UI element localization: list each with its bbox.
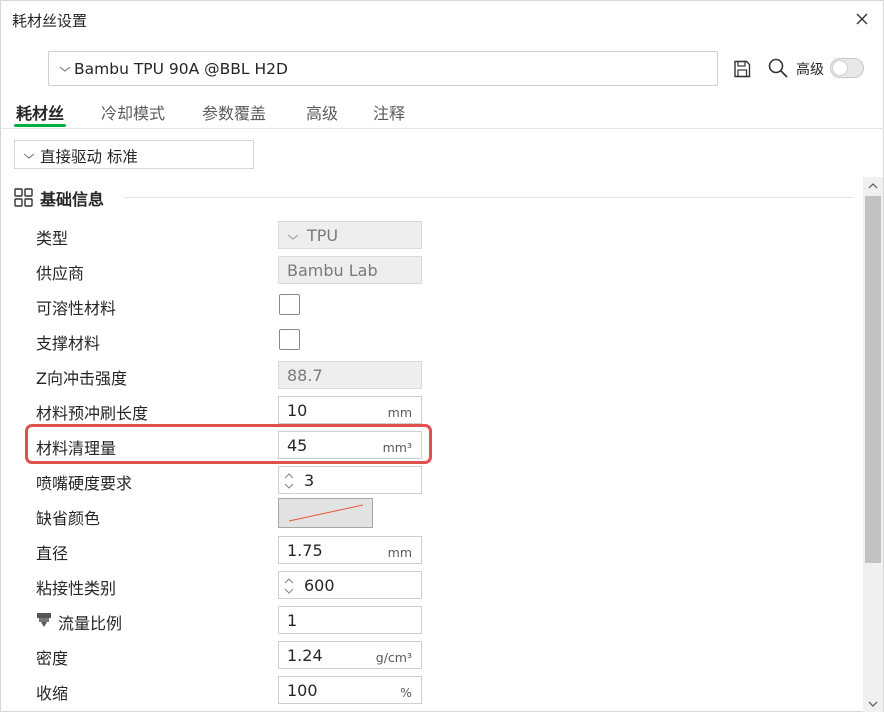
nozzle-flow-icon bbox=[37, 613, 51, 627]
nozzle-hrc-value: 3 bbox=[304, 471, 315, 490]
chevron-down-icon bbox=[23, 153, 35, 159]
row-nozzle-hrc: 喷嘴硬度要求 3 bbox=[1, 462, 861, 497]
no-color-slash bbox=[288, 504, 364, 522]
adhesion-value: 600 bbox=[304, 576, 335, 595]
chevron-down-icon bbox=[287, 234, 299, 240]
nozzle-hrc-label: 喷嘴硬度要求 bbox=[36, 474, 133, 493]
row-impact: Z向冲击强度 88.7 bbox=[1, 357, 861, 392]
tab-cooling[interactable]: 冷却模式 bbox=[101, 100, 165, 128]
soluble-checkbox[interactable] bbox=[279, 294, 300, 315]
impact-field: 88.7 bbox=[278, 361, 422, 389]
soluble-label: 可溶性材料 bbox=[36, 299, 117, 318]
section-title: 基础信息 bbox=[40, 190, 105, 209]
extruder-value: 直接驱动 标准 bbox=[40, 148, 138, 166]
toggle-knob bbox=[832, 60, 848, 76]
shrinkage-unit: % bbox=[400, 685, 412, 700]
flow-ratio-label: 流量比例 bbox=[58, 614, 123, 633]
flow-ratio-input[interactable]: 1 bbox=[278, 606, 422, 634]
density-value: 1.24 bbox=[287, 646, 323, 665]
scroll-down-icon[interactable] bbox=[868, 700, 878, 708]
row-density: 密度 1.24 g/cm³ bbox=[1, 637, 861, 672]
advanced-label: 高级 bbox=[796, 62, 824, 78]
type-select[interactable]: TPU bbox=[278, 221, 422, 249]
row-vendor: 供应商 Bambu Lab bbox=[1, 252, 861, 287]
prime-length-input[interactable]: 10 mm bbox=[278, 396, 422, 424]
highlight-box bbox=[25, 424, 432, 464]
preset-dropdown[interactable]: Bambu TPU 90A @BBL H2D bbox=[48, 51, 718, 86]
tab-overrides[interactable]: 参数覆盖 bbox=[202, 100, 266, 128]
row-soluble: 可溶性材料 bbox=[1, 287, 861, 322]
row-prime-length: 材料预冲刷长度 10 mm bbox=[1, 392, 861, 427]
row-support: 支撑材料 bbox=[1, 322, 861, 357]
flow-ratio-value: 1 bbox=[287, 611, 298, 630]
filament-settings-window: 耗材丝设置 Bambu TPU 90A @BBL H2D 高级 耗材丝 冷却模式… bbox=[0, 0, 884, 712]
spin-icon[interactable] bbox=[283, 575, 295, 597]
default-color-label: 缺省颜色 bbox=[36, 509, 101, 528]
vendor-label: 供应商 bbox=[36, 264, 85, 283]
prime-length-label: 材料预冲刷长度 bbox=[36, 404, 149, 423]
impact-label: Z向冲击强度 bbox=[36, 369, 127, 388]
adhesion-stepper[interactable]: 600 bbox=[278, 571, 422, 599]
spin-icon[interactable] bbox=[283, 470, 295, 492]
vendor-field: Bambu Lab bbox=[278, 256, 422, 284]
grid-icon bbox=[14, 188, 33, 207]
shrinkage-label: 收缩 bbox=[36, 684, 69, 703]
section-divider bbox=[124, 197, 854, 198]
impact-value: 88.7 bbox=[287, 366, 323, 385]
section-header-basic-info: 基础信息 bbox=[14, 185, 854, 209]
preset-value: Bambu TPU 90A @BBL H2D bbox=[74, 60, 288, 78]
nozzle-hrc-stepper[interactable]: 3 bbox=[278, 466, 422, 494]
extruder-dropdown[interactable]: 直接驱动 标准 bbox=[14, 140, 254, 169]
preset-toolbar: Bambu TPU 90A @BBL H2D 高级 bbox=[1, 45, 884, 91]
search-icon[interactable] bbox=[767, 57, 789, 79]
row-shrinkage: 收缩 100 % bbox=[1, 672, 861, 707]
diameter-unit: mm bbox=[387, 545, 412, 560]
diameter-input[interactable]: 1.75 mm bbox=[278, 536, 422, 564]
density-unit: g/cm³ bbox=[375, 650, 412, 665]
color-swatch[interactable] bbox=[278, 498, 373, 528]
row-flow-ratio: 流量比例 1 bbox=[1, 602, 861, 637]
row-default-color: 缺省颜色 bbox=[1, 497, 861, 532]
adhesion-label: 粘接性类别 bbox=[36, 579, 117, 598]
scroll-up-icon[interactable] bbox=[868, 182, 878, 190]
density-label: 密度 bbox=[36, 649, 69, 668]
shrinkage-value: 100 bbox=[287, 681, 318, 700]
scrollbar-thumb[interactable] bbox=[865, 196, 881, 563]
row-type: 类型 TPU bbox=[1, 217, 861, 252]
type-value: TPU bbox=[307, 226, 339, 245]
support-checkbox[interactable] bbox=[279, 329, 300, 350]
diameter-label: 直径 bbox=[36, 544, 69, 563]
tab-filament[interactable]: 耗材丝 bbox=[13, 100, 67, 128]
close-icon[interactable] bbox=[852, 9, 872, 29]
vertical-scrollbar[interactable] bbox=[863, 177, 883, 712]
save-icon[interactable] bbox=[732, 59, 752, 79]
window-title: 耗材丝设置 bbox=[12, 12, 88, 30]
vendor-value: Bambu Lab bbox=[287, 261, 378, 280]
prime-length-value: 10 bbox=[287, 401, 308, 420]
advanced-toggle[interactable] bbox=[830, 58, 864, 78]
row-adhesion: 粘接性类别 600 bbox=[1, 567, 861, 602]
chevron-down-icon bbox=[59, 66, 71, 72]
shrinkage-input[interactable]: 100 % bbox=[278, 676, 422, 704]
tab-bar: 耗材丝 冷却模式 参数覆盖 高级 注释 bbox=[1, 95, 884, 129]
support-label: 支撑材料 bbox=[36, 334, 101, 353]
tab-notes[interactable]: 注释 bbox=[373, 100, 405, 128]
title-bar: 耗材丝设置 bbox=[1, 1, 884, 37]
density-input[interactable]: 1.24 g/cm³ bbox=[278, 641, 422, 669]
prime-length-unit: mm bbox=[387, 405, 412, 420]
diameter-value: 1.75 bbox=[287, 541, 323, 560]
row-diameter: 直径 1.75 mm bbox=[1, 532, 861, 567]
tab-advanced[interactable]: 高级 bbox=[306, 100, 338, 128]
type-label: 类型 bbox=[36, 229, 69, 248]
